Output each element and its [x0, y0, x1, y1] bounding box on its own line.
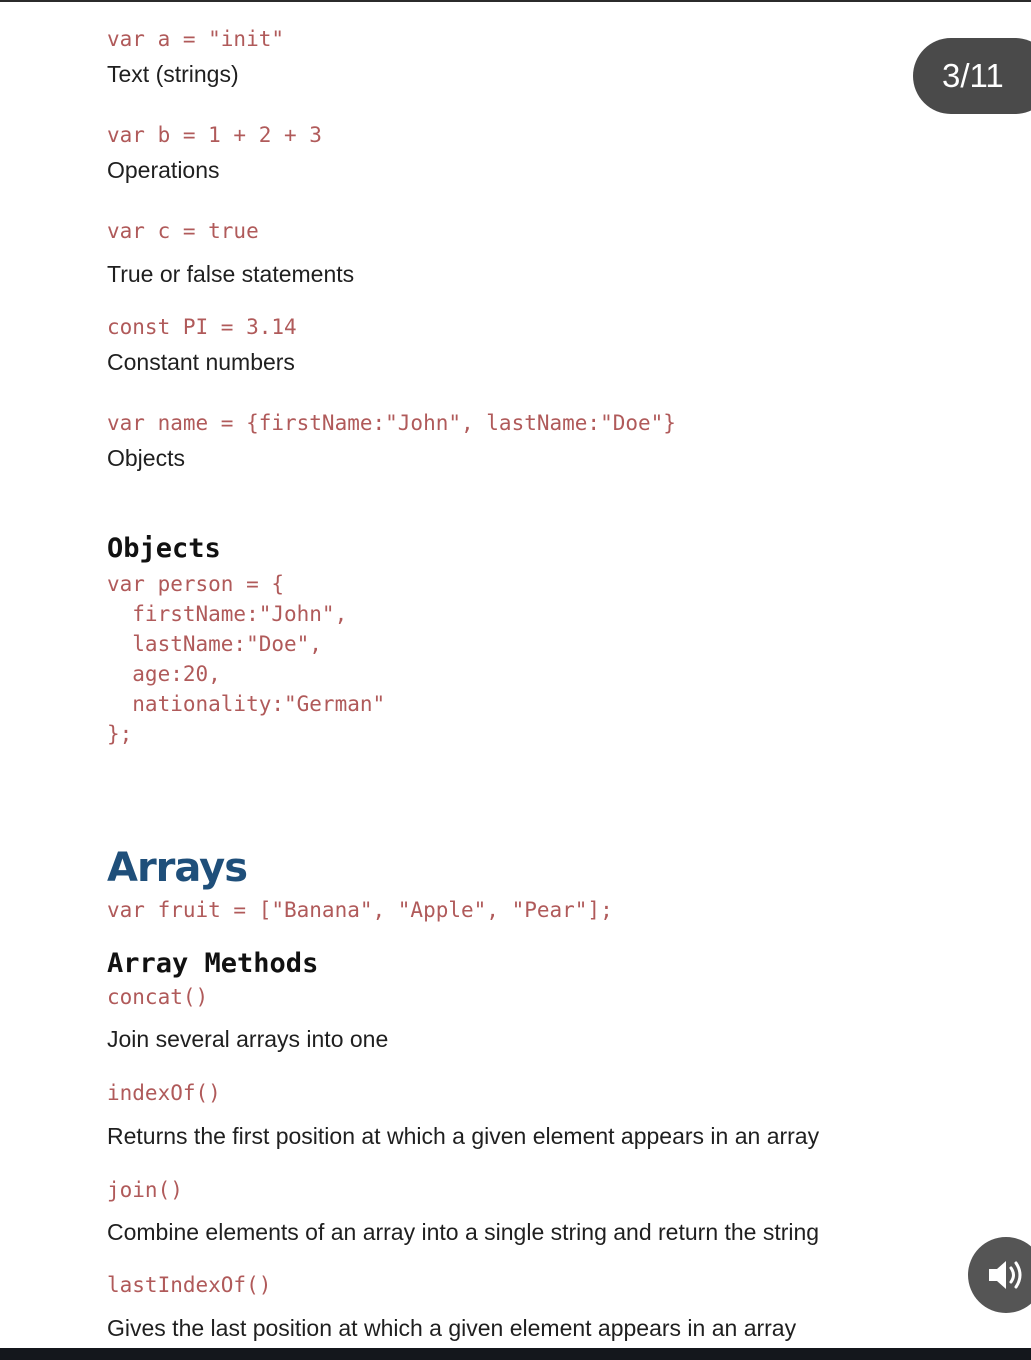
object-code-line: age:20,	[107, 662, 221, 686]
speaker-icon	[989, 1261, 1022, 1289]
desc-objects: Objects	[107, 445, 185, 471]
object-code-line: nationality:"German"	[107, 692, 386, 716]
method-lastindexof-desc: Gives the last position at which a given…	[107, 1315, 797, 1341]
method-lastindexof: lastIndexOf()	[107, 1273, 272, 1297]
desc-strings: Text (strings)	[107, 61, 239, 87]
audio-toggle-button[interactable]	[968, 1237, 1031, 1313]
code-var-name: var name = {firstName:"John", lastName:"…	[107, 411, 676, 435]
object-code-line: lastName:"Doe",	[107, 632, 322, 656]
method-join: join()	[107, 1178, 183, 1202]
code-var-b: var b = 1 + 2 + 3	[107, 123, 322, 147]
method-indexof: indexOf()	[107, 1081, 221, 1105]
objects-heading: Objects	[107, 533, 221, 564]
code-var-a: var a = "init"	[107, 27, 285, 51]
bottom-bar	[0, 1348, 1031, 1360]
slide-counter-badge: 3/11	[913, 38, 1031, 114]
object-code-line: firstName:"John",	[107, 602, 348, 626]
object-code-line: };	[107, 722, 133, 746]
desc-constants: Constant numbers	[107, 349, 295, 375]
code-var-c: var c = true	[107, 219, 259, 243]
method-join-desc: Combine elements of an array into a sing…	[107, 1219, 820, 1245]
object-code-line: var person = {	[107, 572, 285, 596]
method-indexof-desc: Returns the first position at which a gi…	[107, 1123, 820, 1149]
method-concat: concat()	[107, 985, 209, 1009]
code-var-fruit: var fruit = ["Banana", "Apple", "Pear"];	[107, 898, 613, 922]
method-concat-desc: Join several arrays into one	[107, 1026, 389, 1052]
arrays-heading: Arrays	[107, 845, 248, 891]
desc-operations: Operations	[107, 157, 220, 183]
code-const-pi: const PI = 3.14	[107, 315, 297, 339]
desc-booleans: True or false statements	[107, 261, 355, 287]
array-methods-heading: Array Methods	[107, 948, 319, 979]
top-border	[0, 0, 1031, 2]
